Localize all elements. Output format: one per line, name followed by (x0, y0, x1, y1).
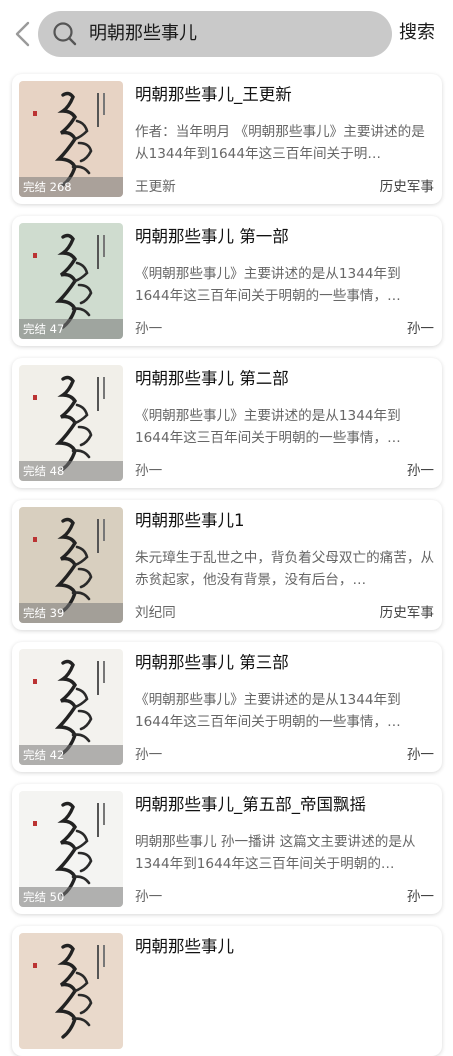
book-cover[interactable]: 完结 48 (19, 365, 123, 481)
book-title[interactable]: 明朝那些事儿 第一部 (135, 226, 435, 248)
book-description: 明朝那些事儿 孙一播讲 这篇文主要讲述的是从1344年到1644年这三百年间关于… (135, 834, 416, 872)
book-cover[interactable]: 完结 39 (19, 507, 123, 623)
search-button[interactable]: 搜索 (399, 18, 435, 48)
book-description: 朱元璋生于乱世之中，背负着父母双亡的痛苦，从赤贫起家，他没有背景，没有后台，… (135, 550, 435, 588)
book-title[interactable]: 明朝那些事儿_王更新 (135, 84, 435, 106)
book-category: 历史军事 (379, 605, 434, 621)
book-author: 孙一 (135, 747, 163, 763)
book-category: 孙一 (406, 463, 434, 479)
top-bar: 明朝那些事儿 搜索 (0, 0, 453, 66)
book-author: 王更新 (135, 179, 176, 195)
book-category: 孙一 (406, 889, 434, 905)
book-card[interactable]: 完结 50 明朝那些事儿_第五部_帝国飘摇明朝那些事儿 孙一播讲 这篇文主要讲述的… (12, 784, 442, 914)
book-status-badge: 完结 50 (19, 887, 123, 907)
cover-calligraphy-art (33, 943, 105, 1039)
book-card[interactable]: 明朝那些事儿 (12, 926, 442, 1056)
book-title[interactable]: 明朝那些事儿 第二部 (135, 368, 435, 390)
book-description (135, 973, 435, 1017)
book-description: 《明朝那些事儿》主要讲述的是从1344年到1644年这三百年间关于明朝的一些事情… (135, 408, 401, 446)
book-title[interactable]: 明朝那些事儿_第五部_帝国飘摇 (135, 794, 435, 816)
back-button[interactable] (12, 20, 34, 48)
search-query[interactable]: 明朝那些事儿 (89, 11, 197, 57)
book-title[interactable]: 明朝那些事儿1 (135, 510, 435, 532)
book-cover[interactable]: 完结 47 (19, 223, 123, 339)
book-cover[interactable] (19, 933, 123, 1049)
book-status-badge: 完结 268 (19, 177, 123, 197)
book-card[interactable]: 完结 39 明朝那些事儿1 朱元璋生于乱世之中，背负着父母双亡的痛苦，从赤贫起家，他… (12, 500, 442, 630)
book-status-badge: 完结 42 (19, 745, 123, 765)
book-status-badge: 完结 47 (19, 319, 123, 339)
book-category: 历史军事 (379, 179, 434, 195)
book-author: 孙一 (135, 889, 163, 905)
book-author: 孙一 (135, 321, 163, 337)
book-status-badge: 完结 48 (19, 461, 123, 481)
book-author: 孙一 (135, 463, 163, 479)
book-category: 孙一 (406, 747, 434, 763)
book-card[interactable]: 完结 268 明朝那些事儿_王更新作者：当年明月 《明朝那些事儿》主要讲述的是从1… (12, 74, 442, 204)
book-author: 刘纪同 (135, 605, 176, 621)
book-description: 《明朝那些事儿》主要讲述的是从1344年到1644年这三百年间关于明朝的一些事情… (135, 692, 401, 730)
book-description: 作者：当年明月 《明朝那些事儿》主要讲述的是从1344年到1644年这三百年间关… (135, 124, 425, 162)
book-cover[interactable]: 完结 268 (19, 81, 123, 197)
chevron-left-icon (15, 21, 30, 47)
book-title[interactable]: 明朝那些事儿 第三部 (135, 652, 435, 674)
book-card[interactable]: 完结 42 明朝那些事儿 第三部《明朝那些事儿》主要讲述的是从1344年到1644… (12, 642, 442, 772)
book-card[interactable]: 完结 47 明朝那些事儿 第一部《明朝那些事儿》主要讲述的是从1344年到1644… (12, 216, 442, 346)
book-cover[interactable]: 完结 50 (19, 791, 123, 907)
book-status-badge: 完结 39 (19, 603, 123, 623)
book-card[interactable]: 完结 48 明朝那些事儿 第二部《明朝那些事儿》主要讲述的是从1344年到1644… (12, 358, 442, 488)
book-description: 《明朝那些事儿》主要讲述的是从1344年到1644年这三百年间关于明朝的一些事情… (135, 266, 401, 304)
search-icon (52, 21, 78, 47)
search-input[interactable]: 明朝那些事儿 (38, 11, 392, 57)
book-category: 孙一 (406, 321, 434, 337)
book-cover[interactable]: 完结 42 (19, 649, 123, 765)
